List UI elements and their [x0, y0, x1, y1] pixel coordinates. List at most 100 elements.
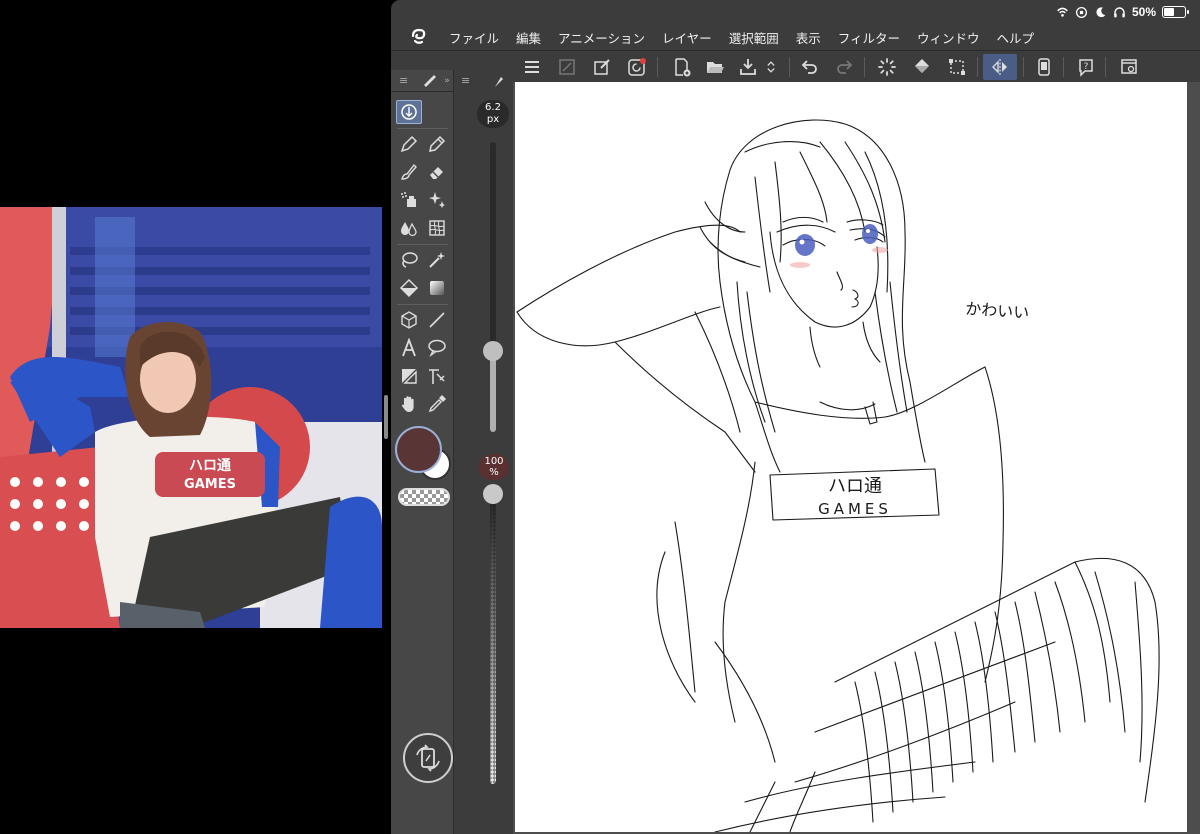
new-canvas-button[interactable]	[669, 54, 695, 80]
menu-layer[interactable]: レイヤー	[662, 28, 712, 47]
canvas-area[interactable]: ハロ通 GAMES かわいい	[513, 82, 1200, 834]
menu-selection[interactable]: 選択範囲	[729, 28, 779, 47]
menu-icon	[525, 61, 539, 73]
screen-lock-icon	[1075, 6, 1087, 18]
transparent-color-swatch[interactable]	[398, 488, 450, 506]
loading-button[interactable]	[874, 54, 900, 80]
settings-window-button[interactable]	[1116, 54, 1142, 80]
tool-tabs: ≡ »	[391, 70, 453, 92]
toolbar-divider-2	[789, 57, 790, 77]
sub-tool-icon	[401, 104, 417, 120]
clear-icon	[559, 59, 575, 75]
slider-menu-icon[interactable]: ≡	[461, 74, 470, 87]
ruler-tool[interactable]	[424, 364, 450, 388]
blend-icon	[401, 222, 417, 237]
reference-photo-illustration: ハロ通 GAMES	[0, 207, 382, 628]
toolbar-divider	[657, 57, 658, 77]
opacity-indicator: 100 %	[479, 454, 509, 480]
menu-window[interactable]: ウィンドウ	[917, 28, 980, 47]
menu-bar: ファイル 編集 アニメーション レイヤー 選択範囲 表示 フィルター ウィンドウ…	[391, 24, 1200, 50]
palette-divider-3	[397, 304, 448, 305]
menu-file[interactable]: ファイル	[449, 28, 499, 47]
eraser-icon	[430, 167, 443, 179]
smartphone-button[interactable]	[1031, 54, 1057, 80]
brush-size-fill	[490, 350, 496, 432]
edit-layer-icon	[594, 59, 610, 75]
lasso-tool[interactable]	[396, 248, 422, 272]
fill-icon	[915, 59, 929, 73]
opacity-knob[interactable]	[483, 484, 503, 504]
edit-layer-button[interactable]	[589, 54, 615, 80]
open-icon	[707, 62, 724, 73]
decoration-tool[interactable]	[424, 188, 450, 212]
split-view-handle[interactable]	[384, 395, 388, 439]
auto-select-icon	[429, 252, 445, 268]
save-more-button[interactable]	[763, 54, 779, 80]
clear-button[interactable]	[554, 54, 580, 80]
blend-tool[interactable]	[396, 216, 422, 240]
canvas-shirt-text-top: ハロ通	[828, 476, 882, 497]
palette-menu-icon[interactable]: ≡	[399, 74, 408, 87]
menu-view[interactable]: 表示	[796, 28, 821, 47]
menu-filter[interactable]: フィルター	[838, 28, 900, 47]
battery-percentage: 50%	[1131, 5, 1156, 19]
drawing-canvas[interactable]: ハロ通 GAMES かわいい	[515, 82, 1187, 832]
opacity-slider[interactable]	[490, 494, 496, 784]
loading-icon	[878, 58, 896, 76]
menu-help[interactable]: ヘルプ	[997, 28, 1035, 47]
text-icon	[402, 338, 416, 357]
ruler-icon	[429, 369, 445, 384]
headphones-icon	[1114, 6, 1125, 17]
liquify-tool[interactable]	[424, 216, 450, 240]
brush-size-tab-icon[interactable]	[493, 74, 505, 88]
frame-tool[interactable]	[396, 364, 422, 388]
toolbar-divider-5	[1023, 57, 1024, 77]
auto-select-tool[interactable]	[424, 248, 450, 272]
decoration-icon	[429, 192, 445, 208]
smartphone-icon	[1038, 58, 1050, 76]
brush-size-knob[interactable]	[483, 340, 503, 361]
fill-bucket-tool[interactable]	[396, 276, 422, 300]
fill-button[interactable]	[909, 54, 935, 80]
balloon-icon	[428, 339, 446, 358]
brush-tool[interactable]	[396, 160, 422, 184]
pencil-tool[interactable]	[424, 132, 450, 156]
undo-button[interactable]	[797, 54, 823, 80]
pencil-icon	[429, 135, 446, 152]
balloon-tool[interactable]	[424, 336, 450, 360]
menu-animation[interactable]: アニメーション	[558, 28, 645, 47]
toolbar-divider-7	[1105, 57, 1106, 77]
transform-button[interactable]	[944, 54, 970, 80]
text-tool[interactable]	[396, 336, 422, 360]
main-color-swatch[interactable]	[395, 426, 442, 473]
flip-horizontal-button[interactable]	[983, 54, 1017, 80]
hand-tool[interactable]	[396, 392, 422, 416]
eyedropper-tool[interactable]	[424, 392, 450, 416]
tab-chevron-icon[interactable]: »	[444, 76, 450, 86]
open-button[interactable]	[702, 54, 728, 80]
palette-divider-2	[397, 244, 448, 245]
fill-bucket-icon	[399, 278, 419, 298]
pen-tool[interactable]	[396, 132, 422, 156]
flip-horizontal-icon	[992, 59, 1007, 75]
gradient-icon	[430, 281, 444, 295]
moon-icon	[1096, 6, 1106, 17]
brush-size-slider[interactable]	[490, 142, 496, 432]
menu-button[interactable]	[519, 54, 545, 80]
airbrush-tool[interactable]	[396, 188, 422, 212]
save-button[interactable]	[735, 54, 761, 80]
brush-size-unit: px	[486, 114, 500, 125]
3d-object-tool[interactable]	[396, 308, 422, 332]
tool-tab-brush-icon[interactable]	[422, 71, 438, 91]
switch-device-button[interactable]	[403, 733, 453, 783]
sub-tool-button[interactable]	[396, 100, 422, 124]
redo-button[interactable]	[831, 54, 857, 80]
gradient-tool[interactable]	[424, 276, 450, 300]
menu-edit[interactable]: 編集	[516, 28, 541, 47]
svg-text:?: ?	[1084, 62, 1089, 72]
eraser-tool[interactable]	[424, 160, 450, 184]
help-button[interactable]: ?	[1073, 54, 1099, 80]
clip-studio-logo-icon[interactable]	[409, 27, 429, 47]
timelapse-button[interactable]	[624, 54, 650, 80]
line-tool[interactable]	[424, 308, 450, 332]
